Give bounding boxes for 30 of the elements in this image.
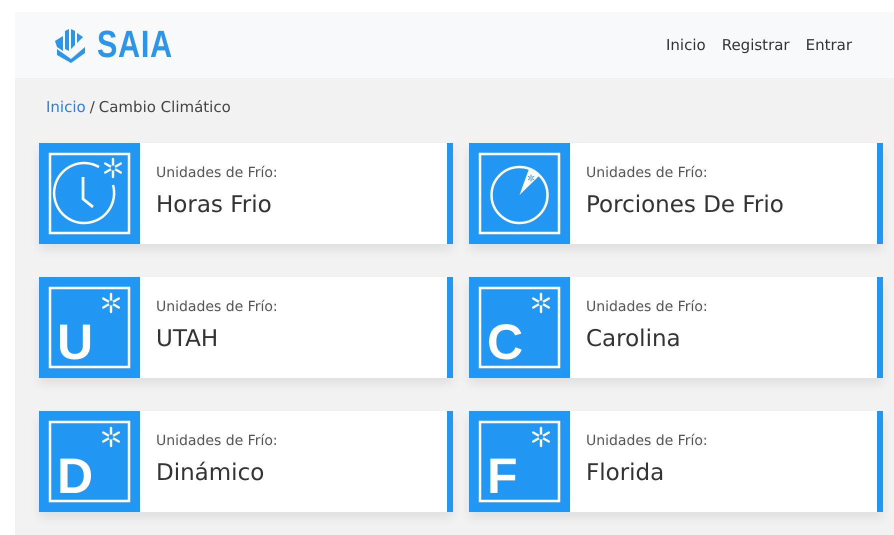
unit-card[interactable]: F Unidades de Frío: Florida [469, 410, 883, 512]
card-subtitle: Unidades de Frío: [156, 432, 278, 452]
breadcrumb-separator: / [90, 98, 95, 116]
clock-snowflake-icon [47, 150, 132, 236]
letter-snowflake-icon: F [477, 418, 562, 504]
unit-card[interactable]: Unidades de Frío: Porciones De Frio [469, 142, 883, 244]
card-subtitle: Unidades de Frío: [156, 164, 278, 184]
unit-card[interactable]: U Unidades de Frío: UTAH [39, 276, 453, 378]
unit-card[interactable]: D Unidades de Frío: Dinámico [39, 410, 453, 512]
unit-card[interactable]: Unidades de Frío: Horas Frio [39, 142, 453, 244]
nav-link[interactable]: Entrar [802, 34, 856, 56]
card-title: Florida [586, 459, 666, 488]
letter-snowflake-icon: U [47, 284, 132, 370]
card-title: Porciones De Frio [586, 191, 784, 220]
card-title: Carolina [586, 325, 682, 354]
pie-chart-icon [477, 150, 562, 236]
breadcrumb-current: Cambio Climático [98, 98, 231, 116]
nav-link[interactable]: Registrar [718, 34, 794, 56]
card-title: Dinámico [156, 459, 266, 488]
nav-link[interactable]: Inicio [662, 34, 710, 56]
letter-snowflake-icon: D [47, 418, 132, 504]
card-subtitle: Unidades de Frío: [586, 298, 708, 318]
card-subtitle: Unidades de Frío: [586, 432, 708, 452]
breadcrumb-link[interactable]: Inicio [46, 98, 86, 116]
card-title: Horas Frio [156, 191, 273, 220]
card-title: UTAH [156, 325, 220, 354]
unit-card[interactable]: C Unidades de Frío: Carolina [469, 276, 883, 378]
card-subtitle: Unidades de Frío: [586, 164, 709, 184]
letter-snowflake-icon: C [477, 284, 562, 370]
card-subtitle: Unidades de Frío: [156, 298, 278, 318]
